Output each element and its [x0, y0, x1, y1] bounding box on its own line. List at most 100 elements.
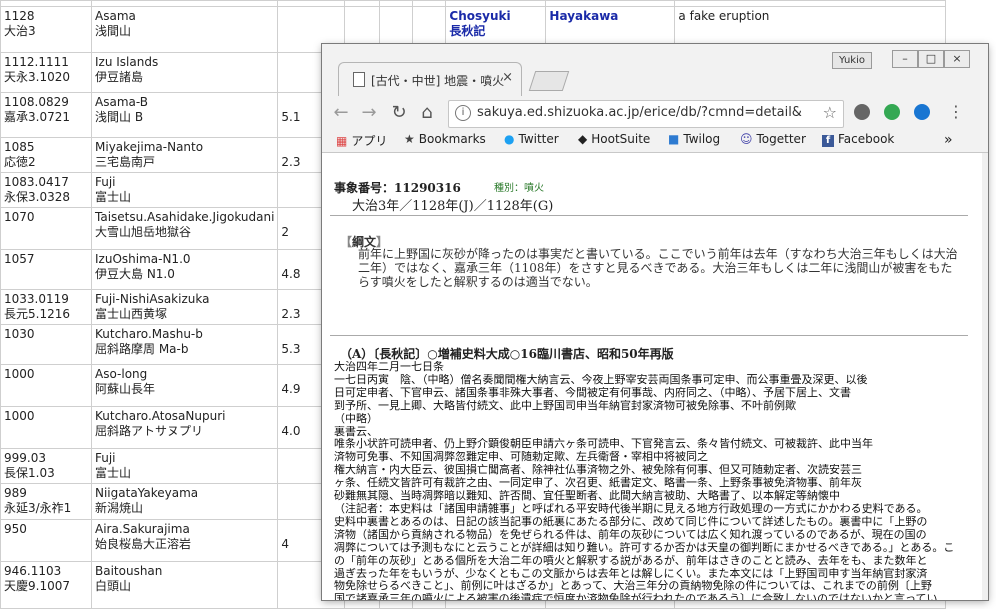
back-arrow-icon[interactable]: ← [330, 102, 352, 124]
volcano-name-jp: 富士山 [95, 190, 132, 204]
tab-active[interactable]: [古代・中世] 地震・噴火 × [338, 62, 522, 96]
date-text: 1083.0417 [4, 175, 69, 189]
forward-arrow-icon[interactable]: → [358, 102, 380, 124]
minimize-button[interactable]: – [892, 50, 918, 68]
bookmark-twitter[interactable]: ● Twitter [504, 132, 559, 146]
bookmark-apps[interactable]: ▦ アプリ [336, 132, 387, 149]
volcano-name-jp: 新潟焼山 [95, 501, 144, 515]
date-cell: 1112.1111 天永3.1020 [0, 52, 92, 93]
era-text: 長元5.1216 [4, 307, 70, 321]
evernote-extension-icon[interactable] [884, 104, 900, 120]
date-text: 1128 [4, 9, 35, 23]
twilog-icon: ■ [668, 132, 680, 146]
vertical-scrollbar[interactable] [982, 153, 988, 600]
url-text[interactable]: sakuya.ed.shizuoka.ac.jp/erice/db/?cmnd=… [477, 105, 815, 120]
source-title: （A）〔長秋記〕○増補史料大成○16臨川書店、昭和50年再版 [340, 347, 674, 361]
new-tab-button[interactable] [528, 71, 570, 91]
volcano-name-jp: 伊豆諸島 [95, 70, 144, 84]
menu-kebab-icon[interactable]: ⋮ [948, 102, 964, 121]
date-text: 1112.1111 [4, 55, 69, 69]
date-cell: 946.1103 天慶9.1007 [0, 561, 92, 609]
volcano-name-jp: 浅間山 B [95, 110, 144, 124]
event-dates: 大治3年／1128年(J)／1128年(G) [352, 199, 554, 214]
volcano-name-jp: 富士山 [95, 466, 132, 480]
facebook-icon: f [822, 135, 834, 147]
source-link-jp[interactable]: 長秋記 [449, 24, 542, 39]
source-text-line: 史料中裏書とあるのは、日記の該当記事の紙裏にあたる部分に、改めて同じ件について詳… [334, 515, 928, 528]
date-cell: 1057 [0, 249, 92, 290]
reference-link[interactable]: Hayakawa [549, 9, 671, 24]
volcano-name: Taisetsu.Asahidake.Jigokudani [95, 210, 275, 224]
source-text-line: 国で諸嘉承三年の噴火による被害の後遺症で恒度か済物免除が行われたのであろう〕に合… [334, 593, 938, 600]
volcano-name-jp: 始良桜島大正溶岩 [95, 537, 192, 551]
date-cell: 1000 [0, 364, 92, 407]
era-text: 天永3.1020 [4, 70, 70, 84]
divider [330, 215, 968, 216]
close-window-button[interactable]: × [944, 50, 970, 68]
date-text: 1000 [4, 367, 35, 381]
volcano-name: Izu Islands [95, 55, 159, 69]
era-text: 永延3/永祚1 [4, 501, 72, 515]
title-bar: [古代・中世] 地震・噴火 × Yukio – □ × [322, 44, 988, 98]
source-text-line: 大治四年二月一七日条 [334, 361, 444, 373]
twitter-bird-icon: ● [504, 132, 515, 146]
date-text: 999.03 [4, 451, 46, 465]
event-id: 事象番号：11290316 [334, 181, 461, 195]
volcano-name-jp: 屈斜路摩周 Ma-b [95, 342, 189, 356]
date-cell: 950 [0, 519, 92, 562]
extension-e-icon[interactable] [914, 104, 930, 120]
star-icon: ★ [404, 132, 415, 146]
apps-grid-icon: ▦ [336, 134, 348, 148]
reload-icon[interactable]: ↻ [388, 102, 410, 124]
volcano-cell: Kutcharo.Mashu-b 屈斜路摩周 Ma-b [90, 324, 279, 365]
volcano-name-jp: 三宅島南戸 [95, 155, 156, 169]
volcano-name: NiigataYakeyama [95, 486, 199, 500]
bookmark-hootsuite[interactable]: ◆ HootSuite [578, 132, 650, 146]
source-text-line: （注記者：本史料は「諸国申請雑事」と呼ばれる平安時代後半期に見える地方行政処理の… [334, 502, 928, 515]
date-text: 1057 [4, 252, 35, 266]
home-icon[interactable]: ⌂ [416, 102, 438, 124]
volcano-cell: Izu Islands 伊豆諸島 [90, 52, 279, 93]
profile-badge[interactable]: Yukio [832, 52, 872, 69]
volcano-name: Aira.Sakurajima [95, 522, 190, 536]
date-text: 1030 [4, 327, 35, 341]
bookmark-twilog[interactable]: ■ Twilog [668, 132, 720, 146]
volcano-cell: Miyakejima-Nanto 三宅島南戸 [90, 137, 279, 173]
volcano-cell: Asama-B 浅間山 B [90, 92, 279, 138]
volcano-cell: Baitoushan 白頭山 [90, 561, 279, 609]
tab-close-icon[interactable]: × [502, 70, 513, 85]
source-text-line: 過ぎ去った年をもいうが、少なくともこの文脈からは去年とは解しにくい。また本文には… [334, 567, 928, 580]
bookmark-facebook[interactable]: f Facebook [822, 132, 894, 147]
address-bar[interactable]: i sakuya.ed.shizuoka.ac.jp/erice/db/?cmn… [448, 100, 844, 128]
date-text: 989 [4, 486, 27, 500]
source-link[interactable]: Chosyuki [449, 9, 542, 24]
extension-icon[interactable] [854, 104, 870, 120]
source-text-line: 権大納言・内大臣云、彼国損亡聞高者、除神社仏事済物之外、被免除有何事、但又可随勅… [334, 464, 862, 477]
source-text-line: 日可定申者、下官申云、諸国条事非殊大事者、今間被定有何事哉、内府同之、（中略）、… [334, 386, 851, 399]
summary-text: 前年に上野国に灰砂が降ったのは事実だと書いている。ここでいう前年は去年（すなわち… [358, 247, 958, 289]
source-text-line: 凋弊については予測もなにと云うことが詳細は知り難い。許可するか否かは天皇の御判断… [334, 541, 955, 554]
date-cell: 989 永延3/永祚1 [0, 483, 92, 520]
info-icon[interactable]: i [455, 105, 471, 121]
date-cell: 1128 大治3 [0, 6, 92, 53]
togetter-icon: ☺ [740, 132, 753, 146]
bookmark-star-icon[interactable]: ☆ [823, 103, 837, 122]
volcano-cell: IzuOshima-N1.0 伊豆大島 N1.0 [90, 249, 279, 290]
maximize-button[interactable]: □ [918, 50, 944, 68]
volcano-cell: Taisetsu.Asahidake.Jigokudani 大雪山旭岳地獄谷 [90, 207, 279, 250]
date-cell: 1030 [0, 324, 92, 365]
volcano-name: Fuji [95, 175, 116, 189]
bookmark-bookmarks[interactable]: ★ Bookmarks [404, 132, 486, 146]
volcano-name-jp: 伊豆大島 N1.0 [95, 267, 175, 281]
date-cell: 1000 [0, 406, 92, 449]
page-icon [353, 72, 365, 87]
era-text: 長保1.03 [4, 466, 55, 480]
source-text-line: 唯条小状許可読申者、仍上野介顕俊朝臣申請六ヶ条可読申、下官発言云、条々皆付続文、… [334, 438, 873, 451]
volcano-name: Miyakejima-Nanto [95, 140, 204, 154]
bookmarks-overflow-chevron-icon[interactable]: » [944, 132, 953, 148]
page-content: 事象番号：11290316 種別：噴火 大治3年／1128年(J)／1128年(… [322, 153, 982, 600]
volcano-name: Fuji [95, 451, 116, 465]
bookmark-togetter[interactable]: ☺ Togetter [740, 132, 806, 146]
volcano-cell: Fuji 富士山 [90, 448, 279, 484]
era-text: 大治3 [4, 24, 36, 38]
